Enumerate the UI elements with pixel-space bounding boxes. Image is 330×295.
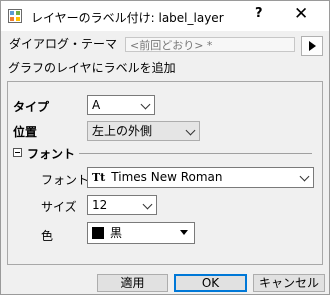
chevron-down-icon	[142, 199, 153, 210]
apply-button[interactable]: 適用	[97, 274, 168, 292]
size-select[interactable]: 12	[87, 195, 157, 215]
chevron-down-icon	[185, 125, 196, 136]
font-section-title: フォント	[27, 147, 76, 161]
window-title: レイヤーのラベル付け: label_layer	[31, 11, 224, 25]
help-button[interactable]: ?	[255, 6, 263, 21]
label-layer-dialog: レイヤーのラベル付け: label_layer ? ✕ ダイアログ・テーマ <前…	[0, 0, 330, 295]
type-select[interactable]: A	[87, 95, 155, 115]
chevron-down-icon	[140, 99, 151, 110]
cancel-button[interactable]: キャンセル	[253, 274, 325, 292]
color-swatch	[92, 227, 104, 239]
dialog-theme-label: ダイアログ・テーマ	[9, 37, 118, 51]
position-select[interactable]: 左上の外側	[87, 121, 200, 141]
type-label: タイプ	[13, 100, 50, 114]
dialog-theme-combo[interactable]: <前回どおり> *	[125, 37, 295, 52]
truetype-font-icon: Tt	[92, 171, 106, 184]
type-value: A	[92, 98, 101, 112]
ok-button[interactable]: OK	[174, 274, 247, 292]
font-label: フォント	[41, 173, 90, 187]
size-label: サイズ	[41, 200, 77, 214]
section-divider	[79, 153, 312, 154]
color-value: 黒	[110, 226, 123, 240]
app-icon	[8, 9, 22, 23]
close-button[interactable]: ✕	[294, 4, 308, 24]
color-select[interactable]: 黒	[87, 222, 195, 244]
position-label: 位置	[13, 125, 38, 139]
dialog-description: グラフのレイヤにラベルを追加	[8, 61, 176, 75]
theme-menu-arrow-button[interactable]	[301, 36, 323, 56]
chevron-down-icon	[299, 171, 310, 182]
font-select[interactable]: Tt Times New Roman	[87, 167, 314, 188]
title-bar: レイヤーのラベル付け: label_layer ? ✕	[1, 1, 329, 31]
size-value: 12	[92, 198, 108, 212]
color-label: 色	[41, 229, 54, 243]
collapse-toggle-icon[interactable]	[13, 148, 22, 157]
font-value: Times New Roman	[111, 170, 223, 184]
position-value: 左上の外側	[92, 124, 153, 138]
dropdown-triangle-icon	[180, 230, 188, 235]
